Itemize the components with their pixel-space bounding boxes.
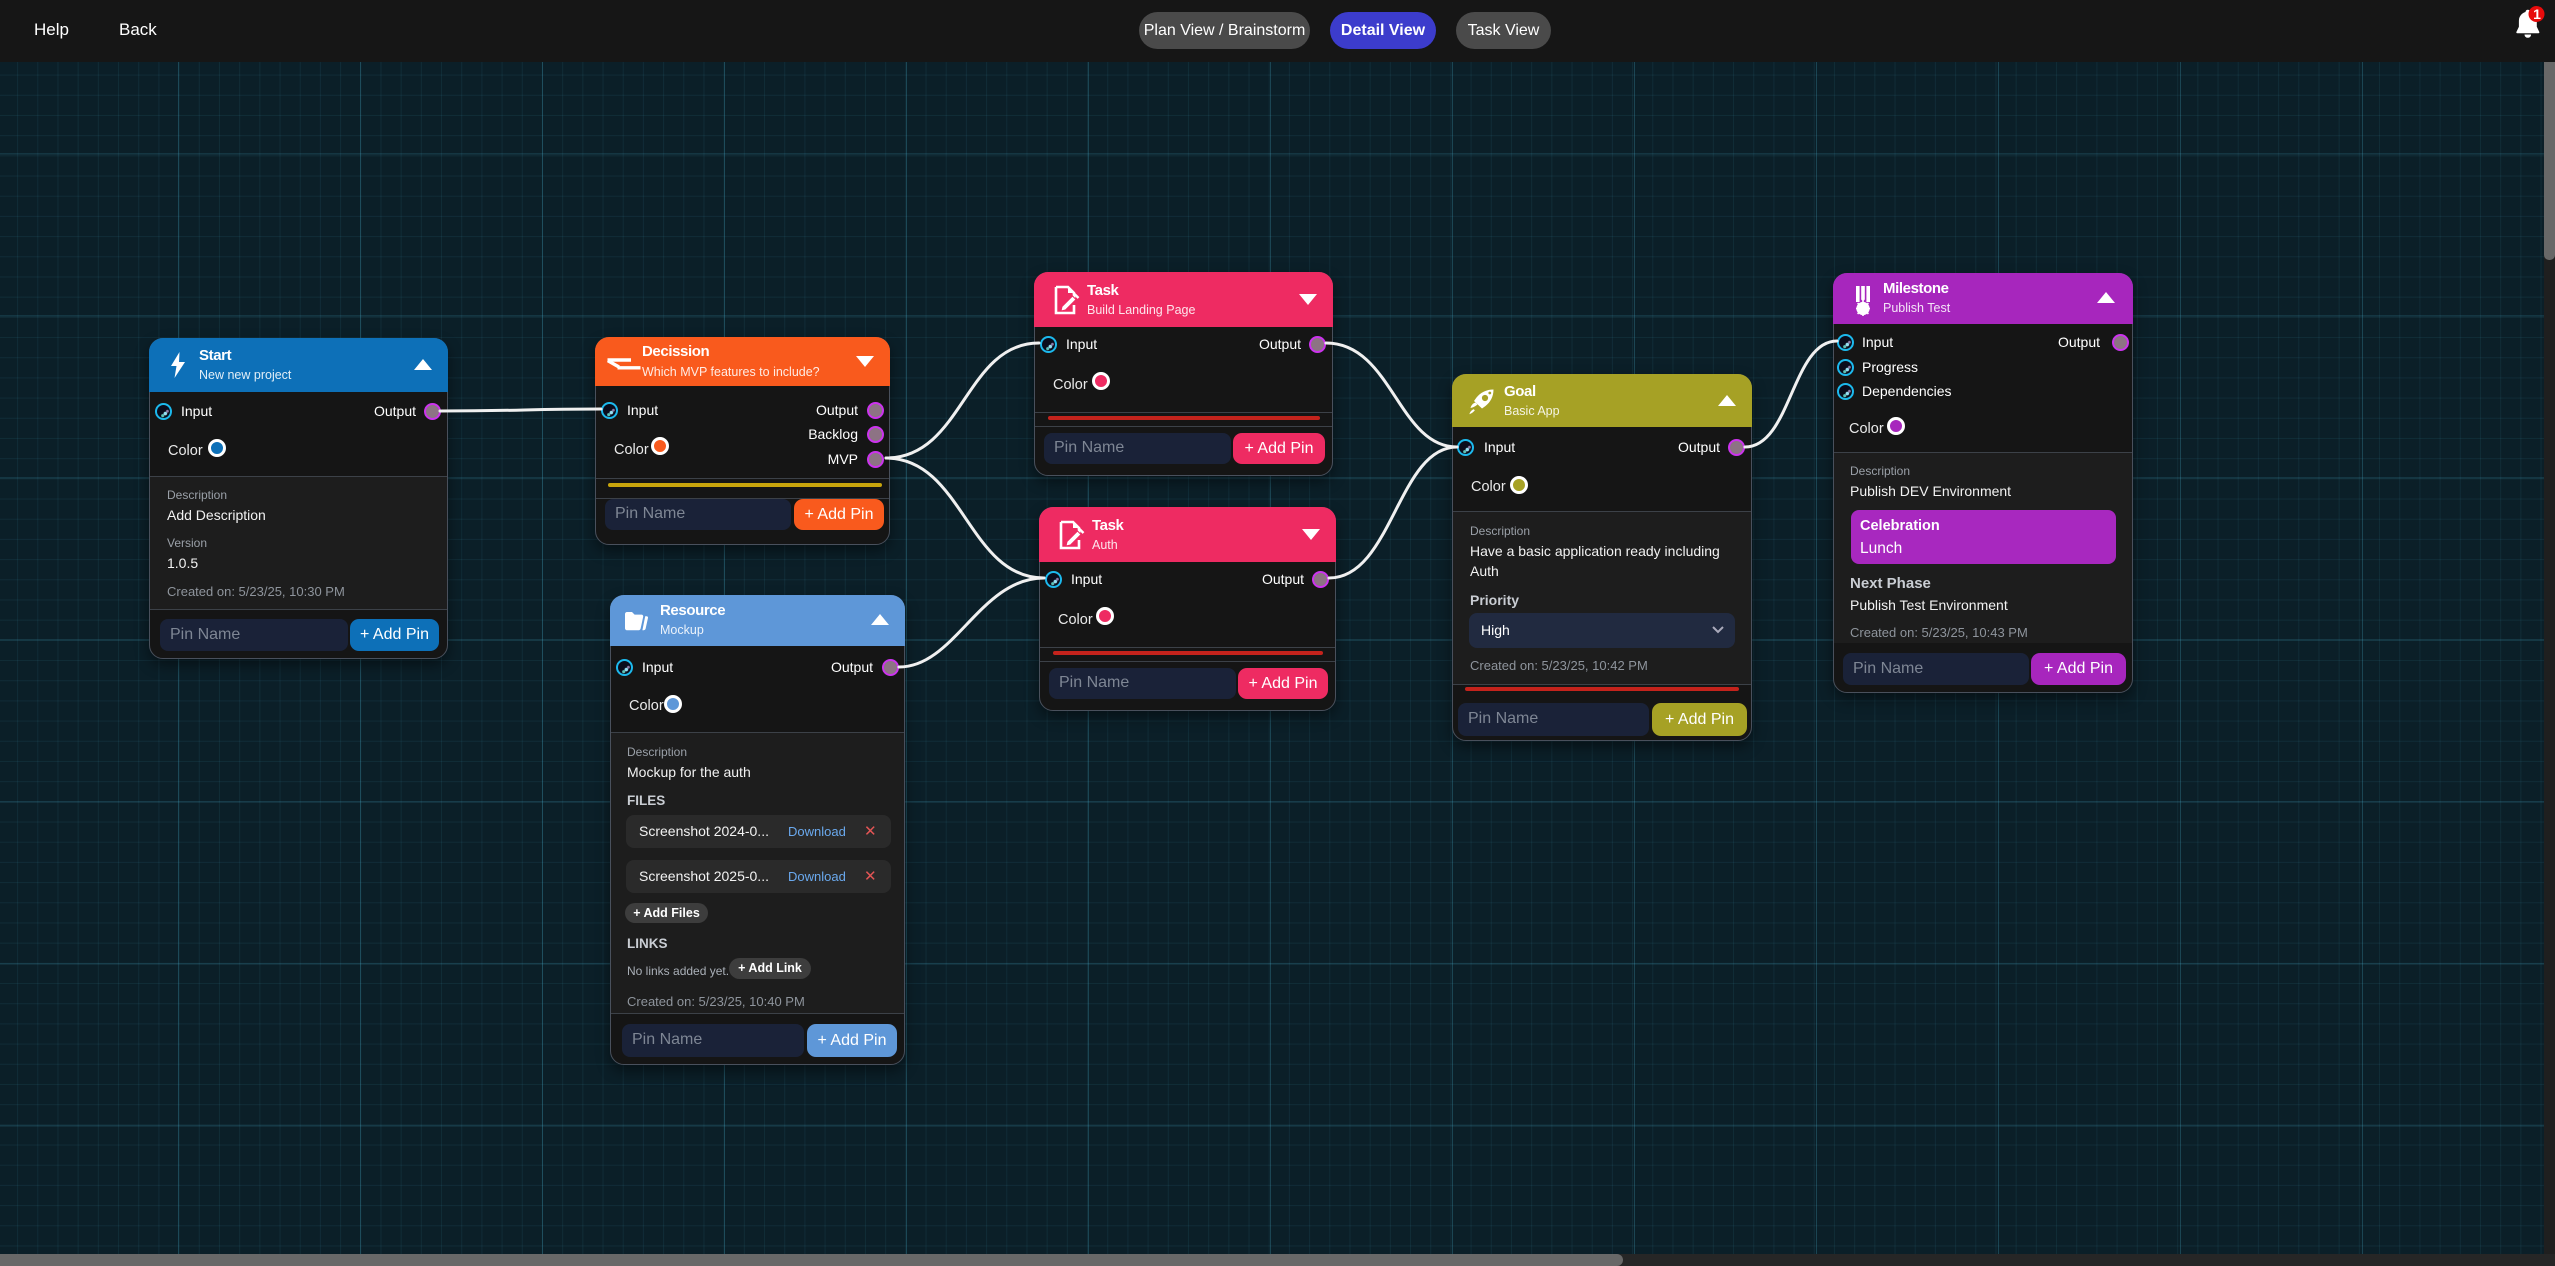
svg-text:1: 1 (2533, 6, 2541, 22)
